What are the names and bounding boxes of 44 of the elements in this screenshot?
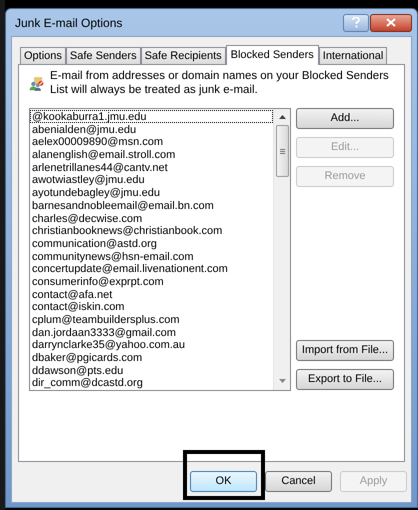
list-item[interactable]: barnesandnobleemail@email.bn.com	[30, 198, 273, 212]
tab[interactable]: Options	[20, 47, 66, 64]
tab[interactable]: Safe Recipients	[140, 47, 226, 64]
scrollbar-thumb[interactable]	[276, 125, 288, 177]
list-item[interactable]: contact@iskin.com	[30, 300, 273, 313]
side-button[interactable]: Add...	[296, 108, 394, 129]
grip-icon	[280, 148, 284, 154]
dialog-button[interactable]: OK	[190, 470, 257, 492]
blocked-senders-list[interactable]	[29, 108, 291, 391]
scrollbar[interactable]	[273, 109, 290, 390]
list-item[interactable]: ayotundebagley@jmu.edu	[30, 186, 273, 199]
list-item[interactable]: @kookaburra1.jmu.edu	[30, 110, 273, 123]
list-item[interactable]: awotwiastley@jmu.edu	[30, 173, 273, 186]
list-item[interactable]: charles@decwise.com	[30, 212, 273, 224]
list-item[interactable]: contact@afa.net	[30, 288, 273, 300]
dialog-button[interactable]: Cancel	[265, 470, 332, 492]
list-item[interactable]: communitynews@hsn-email.com	[30, 250, 273, 262]
list-item[interactable]: consumerinfo@exprpt.com	[30, 274, 273, 288]
list-item[interactable]: dan.jordaan3333@gmail.com	[30, 326, 273, 338]
list-item[interactable]: dir_comm@dcastd.org	[30, 376, 273, 390]
list-item[interactable]: darrynclarke35@yahoo.com.au	[30, 338, 273, 352]
tab[interactable]: International	[318, 47, 388, 64]
help-icon	[352, 17, 360, 28]
close-icon	[386, 18, 396, 27]
list-item[interactable]: cplum@teambuildersplus.com	[30, 313, 273, 326]
list-item[interactable]: communication@astd.org	[30, 236, 273, 250]
scroll-up-icon[interactable]	[278, 115, 286, 119]
description-text: E-mail from addresses or domain names on your Blocked Senders List will always be treated as junk e-mail.	[50, 69, 390, 97]
list-item[interactable]: dbaker@pgicards.com	[30, 351, 273, 364]
list-item[interactable]: abenialden@jmu.edu	[30, 122, 273, 136]
scroll-down-icon[interactable]	[278, 379, 286, 383]
side-button[interactable]: Export to File...	[296, 369, 394, 390]
list-item[interactable]: concertupdate@email.livenationent.com	[30, 262, 273, 275]
list-item[interactable]: ddawson@pts.edu	[30, 364, 273, 376]
list-item[interactable]: alanenglish@email.stroll.com	[30, 148, 273, 161]
close-button[interactable]	[370, 14, 412, 32]
window-title: Junk E-mail Options	[15, 14, 124, 32]
tab[interactable]: Blocked Senders	[226, 45, 319, 65]
list-item[interactable]: aelex00009890@msn.com	[30, 135, 273, 148]
tab[interactable]: Safe Senders	[66, 47, 141, 64]
list-item[interactable]: arlenetrillanes44@cantv.net	[30, 160, 273, 174]
help-button[interactable]	[343, 14, 369, 32]
side-button[interactable]: Import from File...	[296, 340, 394, 361]
list-item[interactable]: christianbooknews@christianbook.com	[30, 224, 273, 237]
